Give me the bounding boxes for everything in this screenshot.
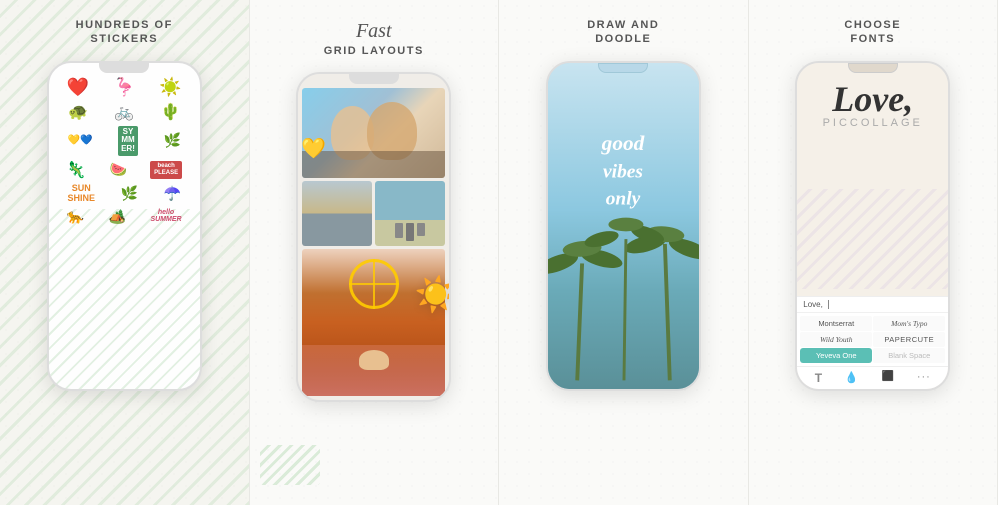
font-option-montserrat[interactable]: Montserrat	[800, 316, 872, 331]
panel-grid: Fast GRID LAYOUTS	[250, 0, 500, 505]
font-toolbar: T 💧 ⬛ ···	[797, 366, 948, 389]
svg-text:good: good	[601, 131, 645, 155]
panel-doodle: DRAW AND DOODLE	[499, 0, 749, 505]
phone-stickers: ❤️ 🦩 ☀️ 🐢 🚲 🌵 💛💙 SYMMER! 🌿	[47, 61, 202, 391]
panel-stickers: HUNDREDS OF STICKERS ❤️ 🦩 ☀️ 🐢 🚲 🌵	[0, 0, 250, 505]
panel-fonts: CHOOSE FONTS Love, PICCOLLAGE Love,	[749, 0, 998, 505]
font-preview-text1: Love,	[832, 81, 913, 117]
phone-fonts: Love, PICCOLLAGE Love, Montserrat Mom's …	[795, 61, 950, 391]
font-selection-panel: Love, Montserrat Mom's Typo Wild Youth P…	[797, 296, 948, 389]
phone-grid: ☀️ 💛	[296, 72, 451, 402]
font-option-yeveva-one[interactable]: Yeveva One	[800, 348, 872, 363]
font-preview-text2: PICCOLLAGE	[823, 117, 923, 129]
font-option-blank-space[interactable]: Blank Space	[873, 348, 945, 363]
svg-text:only: only	[606, 189, 641, 210]
bg-tool-icon[interactable]: ⬛	[881, 371, 893, 385]
svg-text:vibes: vibes	[603, 162, 643, 183]
more-tool-icon[interactable]: ···	[917, 371, 931, 385]
font-option-wild-youth[interactable]: Wild Youth	[800, 332, 872, 347]
font-option-papercute[interactable]: PAPERCUTE	[873, 332, 945, 347]
phone-doodle: good vibes only	[546, 61, 701, 391]
color-tool-icon[interactable]: 💧	[845, 371, 859, 385]
phone-notch	[99, 63, 149, 73]
text-tool-icon[interactable]: T	[815, 371, 822, 385]
font-option-moms-typo[interactable]: Mom's Typo	[873, 316, 945, 331]
